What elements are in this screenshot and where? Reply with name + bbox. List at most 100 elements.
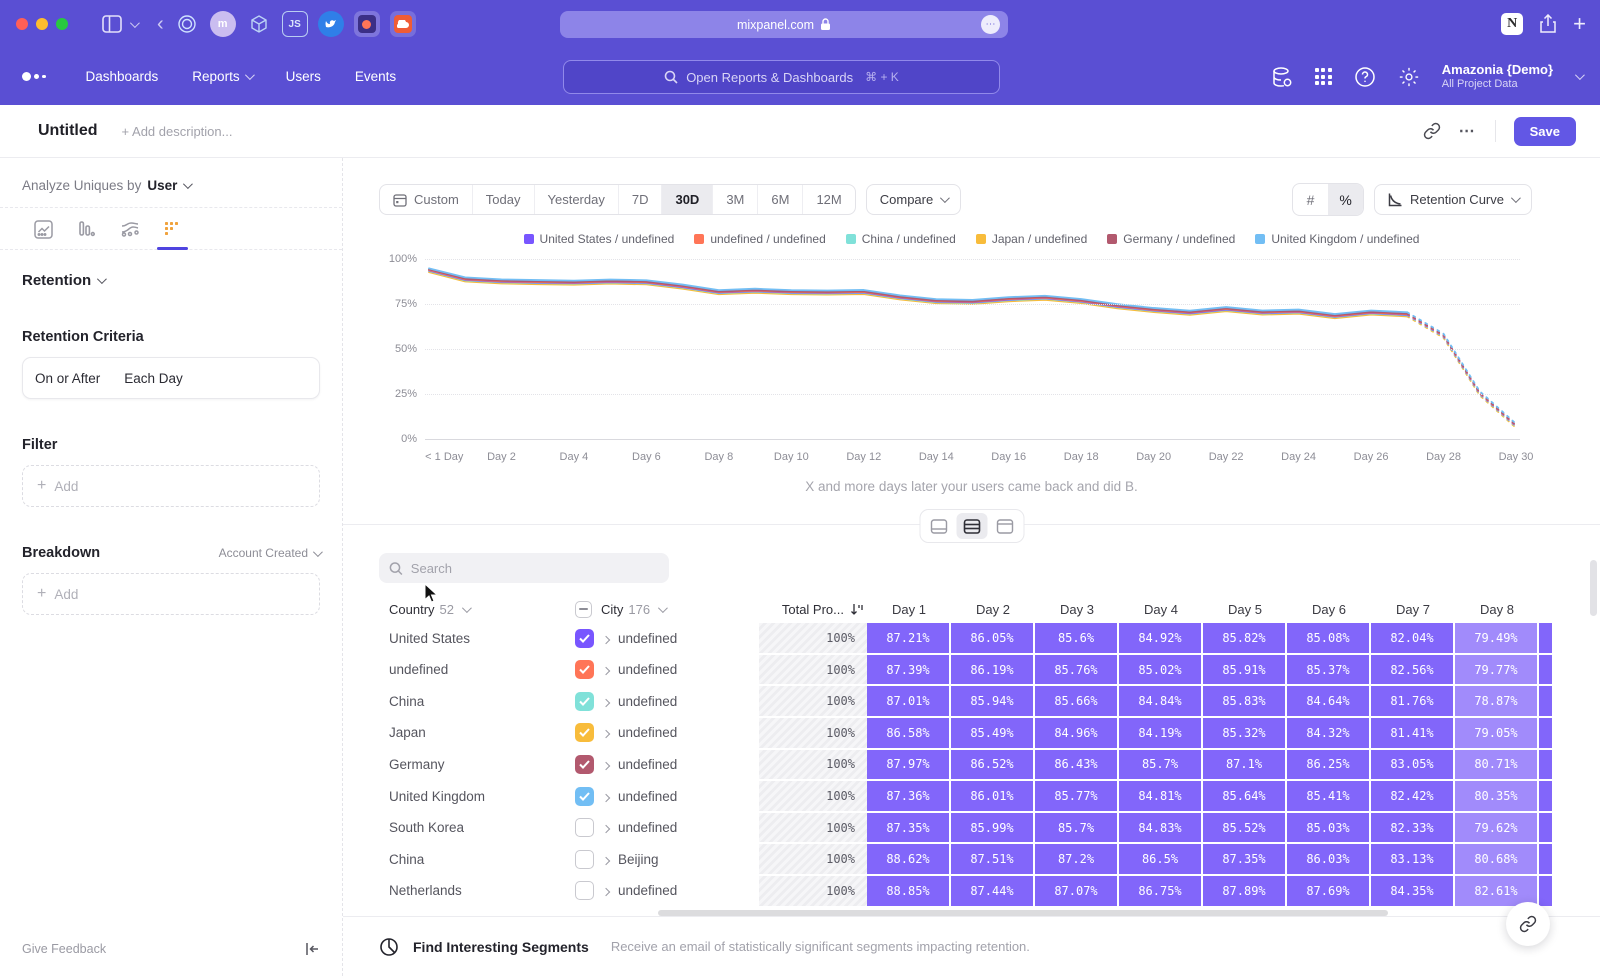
- day-value-cell[interactable]: 80.71%: [1455, 750, 1539, 782]
- more-options-button[interactable]: ⋯: [1459, 121, 1477, 141]
- tab-insights[interactable]: [22, 220, 65, 249]
- save-button[interactable]: Save: [1514, 117, 1576, 146]
- range-3m[interactable]: 3M: [713, 185, 758, 214]
- absolute-numbers-toggle[interactable]: #: [1293, 184, 1328, 215]
- layout-split-button[interactable]: [956, 513, 987, 539]
- row-expand-chevron-icon[interactable]: [603, 725, 609, 740]
- city-column-header[interactable]: City176: [575, 601, 759, 618]
- day-value-cell[interactable]: 86.01%: [951, 781, 1035, 813]
- range-30d[interactable]: 30D: [662, 185, 713, 214]
- day-column-header[interactable]: Day 6: [1287, 602, 1371, 617]
- bird-icon[interactable]: [318, 11, 344, 37]
- range-6m[interactable]: 6M: [758, 185, 803, 214]
- m-avatar-icon[interactable]: m: [210, 11, 236, 37]
- day-value-cell[interactable]: 85.37%: [1287, 655, 1371, 687]
- criteria-each-day[interactable]: Each Day: [124, 371, 183, 386]
- country-cell[interactable]: China: [379, 686, 575, 718]
- row-expand-chevron-icon[interactable]: [603, 883, 609, 898]
- day-value-cell[interactable]: 85.49%: [951, 718, 1035, 750]
- day-value-cell[interactable]: 84.92%: [1119, 623, 1203, 655]
- day-column-header[interactable]: Day 1: [867, 602, 951, 617]
- js-icon[interactable]: JS: [282, 11, 308, 37]
- url-more-button[interactable]: ⋯: [981, 15, 1000, 34]
- day-value-cell[interactable]: 79.77%: [1455, 655, 1539, 687]
- traffic-light-minimize-button[interactable]: [36, 18, 48, 30]
- range-custom[interactable]: Custom: [380, 185, 473, 214]
- legend-item[interactable]: China / undefined: [846, 232, 956, 246]
- row-expand-chevron-icon[interactable]: [603, 631, 609, 646]
- day-value-cell[interactable]: 84.19%: [1119, 718, 1203, 750]
- analyze-value[interactable]: User: [147, 178, 177, 193]
- day-value-cell[interactable]: 84.84%: [1119, 686, 1203, 718]
- country-cell[interactable]: United States: [379, 623, 575, 655]
- add-description[interactable]: + Add description...: [122, 124, 233, 139]
- day-value-cell[interactable]: 85.03%: [1287, 813, 1371, 845]
- footer-title[interactable]: Find Interesting Segments: [413, 939, 589, 955]
- row-checkbox[interactable]: [575, 723, 594, 742]
- nav-item-events[interactable]: Events: [355, 69, 396, 84]
- city-cell[interactable]: undefined: [575, 750, 759, 782]
- range-today[interactable]: Today: [473, 185, 535, 214]
- mixpanel-logo[interactable]: [22, 72, 46, 81]
- day-value-cell[interactable]: 82.04%: [1371, 623, 1455, 655]
- day-value-cell[interactable]: 83.05%: [1371, 750, 1455, 782]
- city-cell[interactable]: undefined: [575, 686, 759, 718]
- day-value-cell[interactable]: 86.19%: [951, 655, 1035, 687]
- day-value-cell[interactable]: 84.83%: [1119, 813, 1203, 845]
- tab-flows[interactable]: [108, 220, 151, 249]
- day-value-cell[interactable]: 78.87%: [1455, 686, 1539, 718]
- day-value-cell[interactable]: 85.94%: [951, 686, 1035, 718]
- day-value-cell[interactable]: 87.51%: [951, 844, 1035, 876]
- nav-item-reports[interactable]: Reports: [192, 69, 251, 84]
- row-checkbox[interactable]: [575, 755, 594, 774]
- mixpanel-tab-icon[interactable]: [354, 11, 380, 37]
- tab-chevron-down-icon[interactable]: [130, 21, 137, 28]
- total-column-header[interactable]: Total Pro...: [759, 602, 867, 617]
- day-value-cell[interactable]: 86.43%: [1035, 750, 1119, 782]
- day-value-cell[interactable]: 86.58%: [867, 718, 951, 750]
- day-value-cell[interactable]: 86.75%: [1119, 876, 1203, 908]
- day-value-cell[interactable]: 87.35%: [1203, 844, 1287, 876]
- day-value-cell[interactable]: 84.64%: [1287, 686, 1371, 718]
- table-search-input[interactable]: [411, 561, 659, 576]
- city-cell[interactable]: undefined: [575, 876, 759, 908]
- layout-table-only-button[interactable]: [989, 513, 1020, 539]
- day-value-cell[interactable]: 86.25%: [1287, 750, 1371, 782]
- day-value-cell[interactable]: 85.32%: [1203, 718, 1287, 750]
- day-value-cell[interactable]: 86.05%: [951, 623, 1035, 655]
- tab-retention[interactable]: [151, 220, 194, 249]
- day-column-header[interactable]: Day 7: [1371, 602, 1455, 617]
- report-title[interactable]: Untitled: [38, 122, 98, 140]
- day-value-cell[interactable]: 80.35%: [1455, 781, 1539, 813]
- day-value-cell[interactable]: 85.52%: [1203, 813, 1287, 845]
- day-value-cell[interactable]: 82.56%: [1371, 655, 1455, 687]
- chart-plot-area[interactable]: [425, 259, 1520, 439]
- traffic-light-close-button[interactable]: [16, 18, 28, 30]
- notion-extension-icon[interactable]: N: [1501, 13, 1523, 35]
- tab-funnels[interactable]: [65, 220, 108, 249]
- day-value-cell[interactable]: 87.35%: [867, 813, 951, 845]
- day-value-cell[interactable]: 86.03%: [1287, 844, 1371, 876]
- day-value-cell[interactable]: 88.85%: [867, 876, 951, 908]
- retention-section-title[interactable]: Retention: [22, 272, 91, 289]
- city-cell[interactable]: undefined: [575, 623, 759, 655]
- day-value-cell[interactable]: 87.1%: [1203, 750, 1287, 782]
- table-search[interactable]: [379, 553, 669, 583]
- vertical-scrollbar[interactable]: [1590, 560, 1597, 616]
- row-expand-chevron-icon[interactable]: [603, 662, 609, 677]
- day-value-cell[interactable]: 82.33%: [1371, 813, 1455, 845]
- day-value-cell[interactable]: 87.07%: [1035, 876, 1119, 908]
- day-value-cell[interactable]: 87.69%: [1287, 876, 1371, 908]
- row-expand-chevron-icon[interactable]: [603, 757, 609, 772]
- day-value-cell[interactable]: 88.62%: [867, 844, 951, 876]
- country-cell[interactable]: undefined: [379, 655, 575, 687]
- back-button-icon[interactable]: ‹: [157, 13, 164, 36]
- row-expand-chevron-icon[interactable]: [603, 852, 609, 867]
- traffic-light-zoom-button[interactable]: [56, 18, 68, 30]
- filter-add-button[interactable]: + Add: [22, 465, 320, 507]
- day-value-cell[interactable]: 79.62%: [1455, 813, 1539, 845]
- legend-item[interactable]: undefined / undefined: [694, 232, 825, 246]
- row-checkbox[interactable]: [575, 629, 594, 648]
- row-checkbox[interactable]: [575, 818, 594, 837]
- row-checkbox[interactable]: [575, 881, 594, 900]
